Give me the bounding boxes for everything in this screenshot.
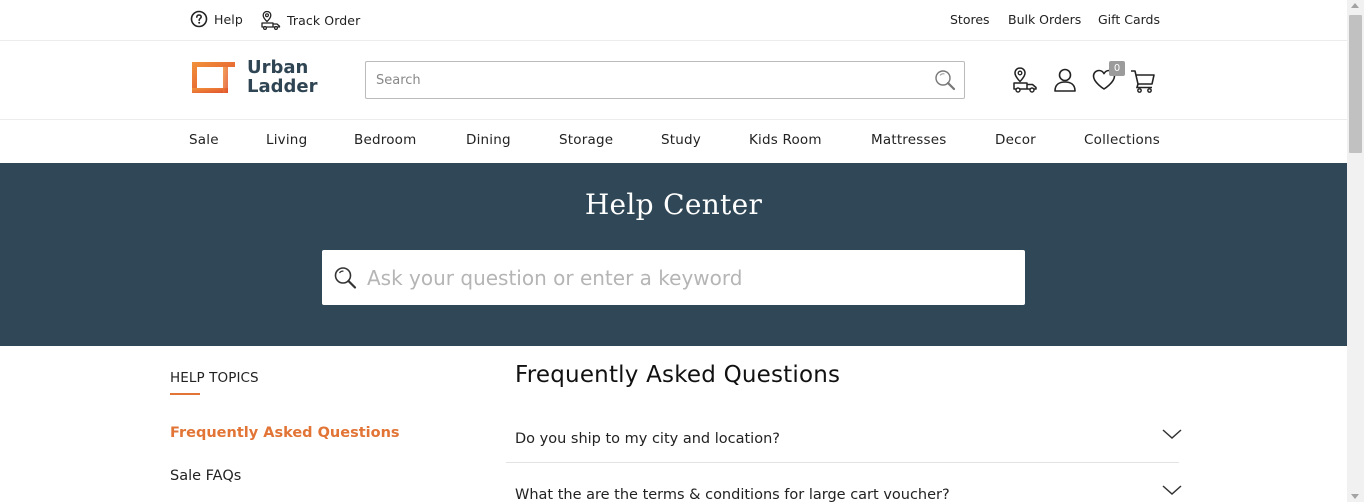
store-locator-icon[interactable]: [1011, 66, 1039, 94]
wishlist-count-badge: 0: [1109, 61, 1125, 76]
help-link[interactable]: Help: [190, 10, 243, 28]
help-search-input[interactable]: [367, 264, 1007, 292]
nav-item-mattresses[interactable]: Mattresses: [871, 132, 946, 148]
nav-item-dining[interactable]: Dining: [466, 132, 511, 148]
nav-item-kids-room[interactable]: Kids Room: [749, 132, 822, 148]
page-scrollbar[interactable]: [1347, 0, 1364, 502]
help-topics-heading: HELP TOPICS: [170, 370, 259, 386]
bulk-orders-link[interactable]: Bulk Orders: [1008, 12, 1081, 27]
nav-item-storage[interactable]: Storage: [559, 132, 613, 148]
logo-wordmark: Urban Ladder: [247, 58, 317, 96]
faq-question-text: What the are the terms & conditions for …: [515, 487, 950, 502]
main-header: Urban Ladder 0: [0, 41, 1347, 120]
nav-item-collections[interactable]: Collections: [1084, 132, 1160, 148]
logo-mark-icon: [192, 61, 235, 93]
help-search-icon: [334, 267, 357, 289]
scroll-up-arrow-icon[interactable]: [1351, 3, 1359, 8]
faq-question-row[interactable]: What the are the terms & conditions for …: [506, 469, 1182, 502]
nav-item-sale[interactable]: Sale: [189, 132, 219, 148]
help-search-box: [322, 250, 1025, 305]
scroll-down-arrow-icon[interactable]: [1351, 494, 1359, 499]
help-topics-underline: [170, 393, 200, 395]
sidebar-item-sale-faqs[interactable]: Sale FAQs: [170, 468, 241, 484]
help-label: Help: [214, 11, 243, 27]
page: Help Track Order Stores Bulk Orders Gift…: [0, 0, 1347, 502]
cart-icon[interactable]: [1129, 66, 1157, 94]
sidebar-item-faq[interactable]: Frequently Asked Questions: [170, 425, 400, 441]
help-circle-icon: [190, 10, 208, 28]
nav-item-bedroom[interactable]: Bedroom: [354, 132, 416, 148]
chevron-down-icon: [1162, 485, 1182, 496]
chevron-down-icon: [1162, 429, 1182, 440]
nav-item-decor[interactable]: Decor: [995, 132, 1036, 148]
faq-question-text: Do you ship to my city and location?: [515, 431, 780, 447]
logo-line-1: Urban: [247, 57, 309, 78]
scrollbar-thumb[interactable]: [1349, 15, 1362, 153]
header-search-input[interactable]: [376, 70, 916, 90]
track-order-icon: [261, 10, 281, 30]
nav-item-living[interactable]: Living: [266, 132, 307, 148]
track-order-label: Track Order: [287, 12, 361, 28]
urban-ladder-logo[interactable]: Urban Ladder: [190, 58, 317, 96]
faq-question-row[interactable]: Do you ship to my city and location?: [506, 413, 1182, 463]
help-center-title: Help Center: [584, 188, 763, 221]
track-order-link[interactable]: Track Order: [260, 10, 360, 30]
nav-item-study[interactable]: Study: [661, 132, 701, 148]
logo-line-2: Ladder: [247, 76, 318, 97]
header-search-box: [365, 61, 965, 99]
stores-link[interactable]: Stores: [950, 12, 990, 27]
category-nav: Sale Living Bedroom Dining Storage Study…: [0, 120, 1347, 163]
search-icon[interactable]: [932, 68, 958, 92]
help-center-hero: Help Center: [0, 163, 1347, 346]
top-utility-bar: Help Track Order Stores Bulk Orders Gift…: [0, 0, 1347, 41]
user-icon[interactable]: [1051, 66, 1079, 94]
gift-cards-link[interactable]: Gift Cards: [1098, 12, 1160, 27]
faq-title: Frequently Asked Questions: [515, 362, 841, 388]
